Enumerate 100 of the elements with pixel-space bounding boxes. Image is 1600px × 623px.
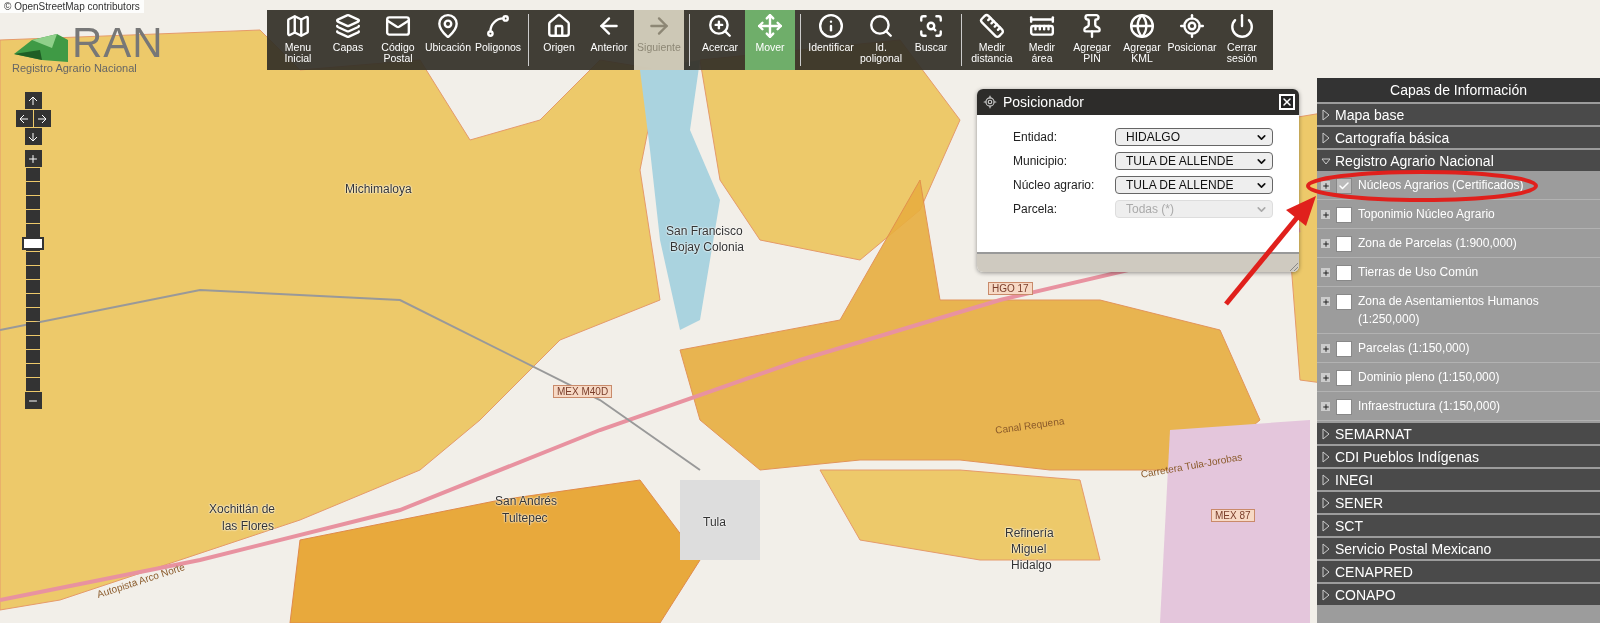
road-label: Carretera Tula-Jorobas xyxy=(1139,451,1243,480)
layer-label: Zona de Asentamientos Humanos (1:250,000) xyxy=(1358,293,1540,328)
dialog-icon xyxy=(983,95,997,109)
panel-title: Capas de Información xyxy=(1317,78,1600,102)
toolbar-icon xyxy=(385,13,411,39)
toolbar-icon xyxy=(979,13,1005,39)
toolbar-button[interactable]: Buscar xyxy=(906,10,956,70)
toolbar-button[interactable]: Posicionar xyxy=(1167,10,1217,70)
toolbar-button[interactable]: Origen xyxy=(534,10,584,70)
layer-label: Toponimio Núcleo Agrario xyxy=(1358,206,1496,223)
toolbar-icon xyxy=(435,13,461,39)
toolbar-icon xyxy=(818,13,844,39)
layer-group-header[interactable]: SEMARNAT xyxy=(1317,423,1600,444)
road-label: Canal Requena xyxy=(994,415,1065,436)
layer-checkbox[interactable] xyxy=(1336,265,1352,281)
layer-group-header[interactable]: CONAPO xyxy=(1317,584,1600,605)
collapse-triangle-icon xyxy=(1321,108,1331,121)
toolbar-button[interactable]: Agregar KML xyxy=(1117,10,1167,70)
toolbar-button[interactable]: Identificar xyxy=(806,10,856,70)
layer-checkbox[interactable] xyxy=(1336,399,1352,415)
place-label: las Flores xyxy=(222,519,274,533)
toolbar-button[interactable]: Medir área xyxy=(1017,10,1067,70)
place-label: San Andrés xyxy=(495,494,558,508)
toolbar-button[interactable]: Poligonos xyxy=(473,10,523,70)
layer-group-header[interactable]: CENAPRED xyxy=(1317,561,1600,582)
toolbar-icon xyxy=(757,13,783,39)
toolbar-icon xyxy=(546,13,572,39)
collapse-triangle-icon xyxy=(1321,496,1331,509)
toolbar-button[interactable]: Capas xyxy=(323,10,373,70)
toolbar-icon xyxy=(1129,13,1155,39)
toolbar-icon xyxy=(1179,13,1205,39)
expand-plus-icon[interactable] xyxy=(1321,268,1330,277)
expand-plus-icon[interactable] xyxy=(1321,402,1330,411)
expand-plus-icon[interactable] xyxy=(1321,344,1330,353)
collapse-triangle-icon xyxy=(1321,427,1331,440)
collapse-triangle-icon xyxy=(1321,473,1331,486)
expand-plus-icon[interactable] xyxy=(1321,210,1330,219)
layer-checkbox[interactable] xyxy=(1336,294,1352,310)
plus-icon xyxy=(27,152,39,165)
expand-plus-icon[interactable] xyxy=(1321,373,1330,382)
place-label: Bojay Colonia xyxy=(670,240,745,254)
layer-checkbox[interactable] xyxy=(1336,207,1352,223)
toolbar-icon xyxy=(285,13,311,39)
toolbar-button[interactable]: Id. poligonal xyxy=(856,10,906,70)
place-label: Hidalgo xyxy=(1011,558,1052,572)
layer-checkbox[interactable] xyxy=(1336,236,1352,252)
toolbar-button[interactable]: Agregar PIN xyxy=(1067,10,1117,70)
logo-subtitle: Registro Agrario Nacional xyxy=(12,62,138,74)
dropdown-field[interactable]: HIDALGO xyxy=(1115,128,1273,146)
dropdown-field[interactable]: TULA DE ALLENDE xyxy=(1115,152,1273,170)
toolbar-button[interactable]: Código Postal xyxy=(373,10,423,70)
toolbar-button[interactable]: Cerrar sesión xyxy=(1217,10,1267,70)
toolbar-icon xyxy=(868,13,894,39)
road-shield: MEX M40D xyxy=(553,385,613,398)
layer-checkbox[interactable] xyxy=(1336,178,1352,194)
check-icon xyxy=(1338,180,1350,192)
layer-group-header[interactable]: INEGI xyxy=(1317,469,1600,490)
layer-group-header[interactable]: Servicio Postal Mexicano xyxy=(1317,538,1600,559)
layer-group-header[interactable]: SENER xyxy=(1317,492,1600,513)
layer-group-header[interactable]: SCT xyxy=(1317,515,1600,536)
down-arrow-icon xyxy=(28,131,38,142)
expand-triangle-icon xyxy=(1321,155,1331,166)
layer-group-header[interactable]: CDI Pueblos Indígenas xyxy=(1317,446,1600,467)
zoom-slider-thumb[interactable] xyxy=(22,237,44,251)
toolbar-button[interactable]: Anterior xyxy=(584,10,634,70)
resize-grip-icon[interactable] xyxy=(1287,260,1299,272)
expand-plus-icon[interactable] xyxy=(1321,239,1330,248)
expand-plus-icon[interactable] xyxy=(1321,297,1330,306)
toolbar-button[interactable]: Menu Inicial xyxy=(273,10,323,70)
toolbar-icon xyxy=(707,13,733,39)
layer-checkbox[interactable] xyxy=(1336,370,1352,386)
place-label: San Francisco xyxy=(666,224,743,238)
right-arrow-icon xyxy=(37,113,47,124)
place-label: Tultepec xyxy=(502,511,548,525)
field-label: Municipio: xyxy=(1013,154,1069,168)
layer-label: Dominio pleno (1:150,000) xyxy=(1358,369,1501,386)
layer-checkbox[interactable] xyxy=(1336,341,1352,357)
place-label: Xochitlán de xyxy=(209,502,276,516)
place-label: Michimaloya xyxy=(345,182,412,196)
collapse-triangle-icon xyxy=(1321,565,1331,578)
layer-group-header[interactable]: Cartografía básica xyxy=(1317,127,1600,148)
layer-group-header[interactable]: Mapa base xyxy=(1317,104,1600,125)
toolbar-button[interactable]: Ubicación xyxy=(423,10,473,70)
toolbar-icon xyxy=(335,13,361,39)
layer-label: Zona de Parcelas (1:900,000) xyxy=(1358,235,1518,252)
dropdown-field[interactable]: TULA DE ALLENDE xyxy=(1115,176,1273,194)
layer-label: Infraestructura (1:150,000) xyxy=(1358,398,1502,415)
close-icon xyxy=(1281,96,1293,108)
left-arrow-icon xyxy=(19,113,29,124)
toolbar-button[interactable]: Acercar xyxy=(695,10,745,70)
collapse-triangle-icon xyxy=(1321,131,1331,144)
layer-label: Núcleos Agrarios (Certificados) xyxy=(1358,177,1525,194)
attribution-text: © OpenStreetMap contributors xyxy=(0,0,144,13)
close-button[interactable] xyxy=(1279,94,1295,110)
layer-group-header[interactable]: Registro Agrario Nacional xyxy=(1317,150,1600,171)
expand-plus-icon[interactable] xyxy=(1321,181,1330,190)
toolbar-button[interactable]: Medir distancia xyxy=(967,10,1017,70)
place-label: Miguel xyxy=(1011,542,1047,556)
dialog-title: Posicionador xyxy=(1003,94,1085,110)
field-label: Núcleo agrario: xyxy=(1013,178,1096,192)
